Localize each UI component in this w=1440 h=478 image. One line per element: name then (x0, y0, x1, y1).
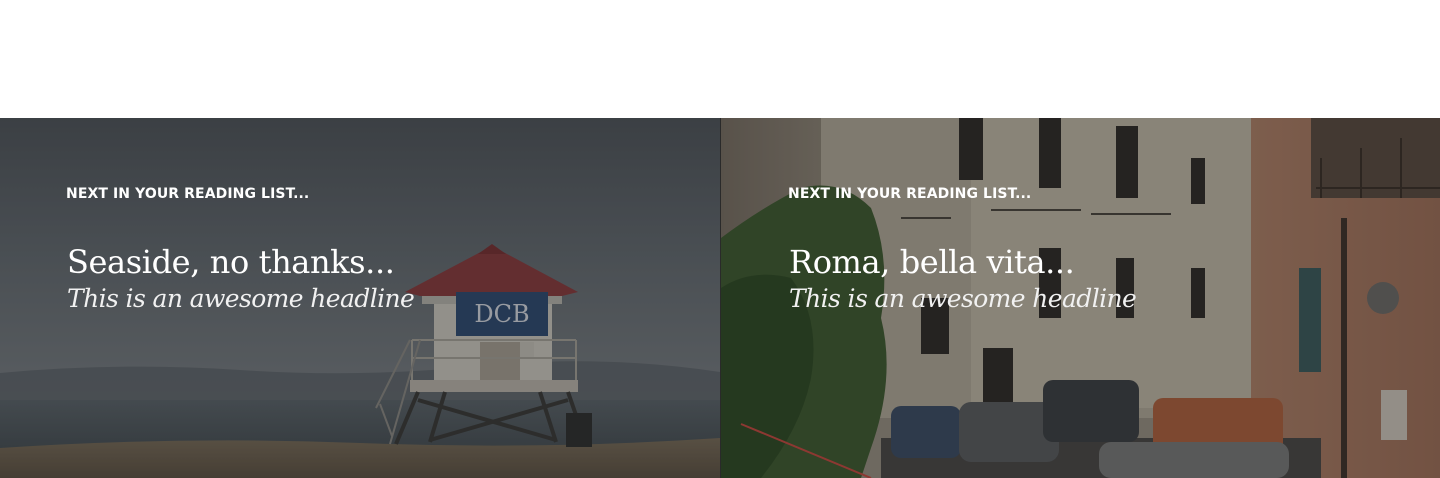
header-spacer (0, 0, 1440, 118)
card-eyebrow: NEXT IN YOUR READING LIST... (66, 186, 310, 202)
card-subtitle: This is an awesome headline (789, 284, 1137, 313)
card-title[interactable]: Roma, bella vita... (789, 242, 1400, 282)
card-title[interactable]: Seaside, no thanks... (67, 242, 680, 282)
reading-list-card-seaside[interactable]: DCB NEXT IN YOUR READING LIST... Seaside… (0, 118, 720, 478)
card-text: NEXT IN YOUR READING LIST... Seaside, no… (66, 186, 680, 316)
card-text: NEXT IN YOUR READING LIST... Roma, bella… (788, 186, 1400, 316)
card-subtitle: This is an awesome headline (67, 284, 415, 313)
reading-list: DCB NEXT IN YOUR READING LIST... Seaside… (0, 118, 1440, 478)
reading-list-card-roma[interactable]: NEXT IN YOUR READING LIST... Roma, bella… (720, 118, 1440, 478)
card-eyebrow: NEXT IN YOUR READING LIST... (788, 186, 1032, 202)
